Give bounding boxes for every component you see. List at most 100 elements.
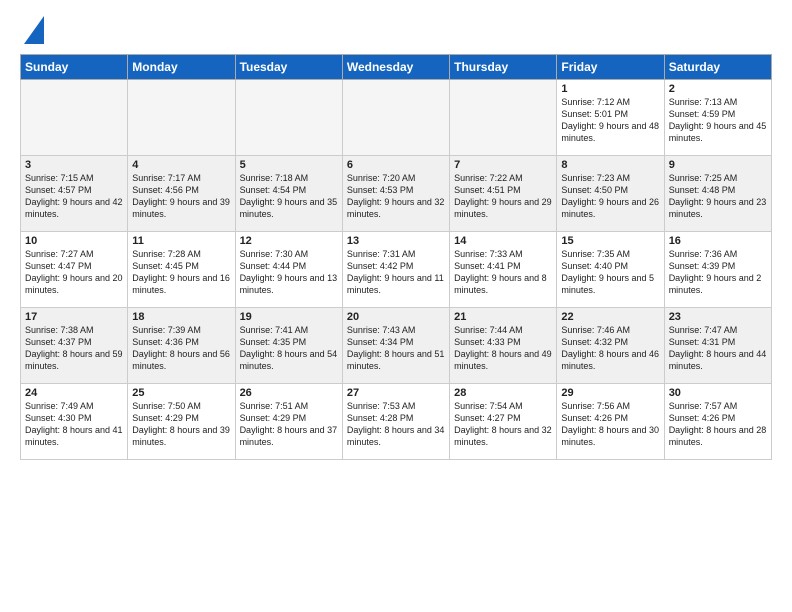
cell-details: Sunrise: 7:41 AM Sunset: 4:35 PM Dayligh… — [240, 324, 338, 373]
calendar-cell — [21, 80, 128, 156]
cell-details: Sunrise: 7:12 AM Sunset: 5:01 PM Dayligh… — [561, 96, 659, 145]
col-header-wednesday: Wednesday — [342, 55, 449, 80]
cell-details: Sunrise: 7:30 AM Sunset: 4:44 PM Dayligh… — [240, 248, 338, 297]
calendar-cell: 14Sunrise: 7:33 AM Sunset: 4:41 PM Dayli… — [450, 232, 557, 308]
day-number: 19 — [240, 311, 338, 323]
cell-details: Sunrise: 7:28 AM Sunset: 4:45 PM Dayligh… — [132, 248, 230, 297]
day-number: 2 — [669, 83, 767, 95]
calendar-cell: 28Sunrise: 7:54 AM Sunset: 4:27 PM Dayli… — [450, 384, 557, 460]
cell-details: Sunrise: 7:56 AM Sunset: 4:26 PM Dayligh… — [561, 400, 659, 449]
calendar-cell: 5Sunrise: 7:18 AM Sunset: 4:54 PM Daylig… — [235, 156, 342, 232]
calendar-cell: 6Sunrise: 7:20 AM Sunset: 4:53 PM Daylig… — [342, 156, 449, 232]
calendar-cell — [235, 80, 342, 156]
cell-details: Sunrise: 7:18 AM Sunset: 4:54 PM Dayligh… — [240, 172, 338, 221]
week-row-4: 17Sunrise: 7:38 AM Sunset: 4:37 PM Dayli… — [21, 308, 772, 384]
calendar-cell: 10Sunrise: 7:27 AM Sunset: 4:47 PM Dayli… — [21, 232, 128, 308]
cell-details: Sunrise: 7:33 AM Sunset: 4:41 PM Dayligh… — [454, 248, 552, 297]
calendar-cell: 16Sunrise: 7:36 AM Sunset: 4:39 PM Dayli… — [664, 232, 771, 308]
day-number: 14 — [454, 235, 552, 247]
calendar-cell: 2Sunrise: 7:13 AM Sunset: 4:59 PM Daylig… — [664, 80, 771, 156]
day-number: 7 — [454, 159, 552, 171]
day-number: 9 — [669, 159, 767, 171]
day-number: 25 — [132, 387, 230, 399]
calendar-cell: 19Sunrise: 7:41 AM Sunset: 4:35 PM Dayli… — [235, 308, 342, 384]
day-number: 17 — [25, 311, 123, 323]
cell-details: Sunrise: 7:35 AM Sunset: 4:40 PM Dayligh… — [561, 248, 659, 297]
calendar-cell: 20Sunrise: 7:43 AM Sunset: 4:34 PM Dayli… — [342, 308, 449, 384]
calendar-cell: 3Sunrise: 7:15 AM Sunset: 4:57 PM Daylig… — [21, 156, 128, 232]
day-number: 3 — [25, 159, 123, 171]
calendar-cell: 23Sunrise: 7:47 AM Sunset: 4:31 PM Dayli… — [664, 308, 771, 384]
cell-details: Sunrise: 7:46 AM Sunset: 4:32 PM Dayligh… — [561, 324, 659, 373]
day-number: 29 — [561, 387, 659, 399]
cell-details: Sunrise: 7:31 AM Sunset: 4:42 PM Dayligh… — [347, 248, 445, 297]
calendar-cell: 17Sunrise: 7:38 AM Sunset: 4:37 PM Dayli… — [21, 308, 128, 384]
day-number: 12 — [240, 235, 338, 247]
day-number: 4 — [132, 159, 230, 171]
day-number: 1 — [561, 83, 659, 95]
week-row-1: 1Sunrise: 7:12 AM Sunset: 5:01 PM Daylig… — [21, 80, 772, 156]
cell-details: Sunrise: 7:22 AM Sunset: 4:51 PM Dayligh… — [454, 172, 552, 221]
calendar-cell: 11Sunrise: 7:28 AM Sunset: 4:45 PM Dayli… — [128, 232, 235, 308]
cell-details: Sunrise: 7:47 AM Sunset: 4:31 PM Dayligh… — [669, 324, 767, 373]
cell-details: Sunrise: 7:49 AM Sunset: 4:30 PM Dayligh… — [25, 400, 123, 449]
cell-details: Sunrise: 7:20 AM Sunset: 4:53 PM Dayligh… — [347, 172, 445, 221]
day-number: 28 — [454, 387, 552, 399]
day-number: 21 — [454, 311, 552, 323]
calendar-cell: 26Sunrise: 7:51 AM Sunset: 4:29 PM Dayli… — [235, 384, 342, 460]
cell-details: Sunrise: 7:51 AM Sunset: 4:29 PM Dayligh… — [240, 400, 338, 449]
calendar-cell — [450, 80, 557, 156]
cell-details: Sunrise: 7:13 AM Sunset: 4:59 PM Dayligh… — [669, 96, 767, 145]
week-row-3: 10Sunrise: 7:27 AM Sunset: 4:47 PM Dayli… — [21, 232, 772, 308]
col-header-sunday: Sunday — [21, 55, 128, 80]
cell-details: Sunrise: 7:43 AM Sunset: 4:34 PM Dayligh… — [347, 324, 445, 373]
cell-details: Sunrise: 7:38 AM Sunset: 4:37 PM Dayligh… — [25, 324, 123, 373]
cell-details: Sunrise: 7:23 AM Sunset: 4:50 PM Dayligh… — [561, 172, 659, 221]
week-row-5: 24Sunrise: 7:49 AM Sunset: 4:30 PM Dayli… — [21, 384, 772, 460]
calendar-cell: 15Sunrise: 7:35 AM Sunset: 4:40 PM Dayli… — [557, 232, 664, 308]
week-row-2: 3Sunrise: 7:15 AM Sunset: 4:57 PM Daylig… — [21, 156, 772, 232]
col-header-friday: Friday — [557, 55, 664, 80]
cell-details: Sunrise: 7:27 AM Sunset: 4:47 PM Dayligh… — [25, 248, 123, 297]
logo-arrow-icon — [24, 16, 44, 44]
cell-details: Sunrise: 7:50 AM Sunset: 4:29 PM Dayligh… — [132, 400, 230, 449]
header — [20, 16, 772, 44]
day-number: 22 — [561, 311, 659, 323]
calendar-cell: 7Sunrise: 7:22 AM Sunset: 4:51 PM Daylig… — [450, 156, 557, 232]
col-header-tuesday: Tuesday — [235, 55, 342, 80]
cell-details: Sunrise: 7:44 AM Sunset: 4:33 PM Dayligh… — [454, 324, 552, 373]
calendar-cell: 12Sunrise: 7:30 AM Sunset: 4:44 PM Dayli… — [235, 232, 342, 308]
calendar-table: SundayMondayTuesdayWednesdayThursdayFrid… — [20, 54, 772, 460]
calendar-cell: 4Sunrise: 7:17 AM Sunset: 4:56 PM Daylig… — [128, 156, 235, 232]
calendar-cell: 1Sunrise: 7:12 AM Sunset: 5:01 PM Daylig… — [557, 80, 664, 156]
cell-details: Sunrise: 7:39 AM Sunset: 4:36 PM Dayligh… — [132, 324, 230, 373]
calendar-cell — [342, 80, 449, 156]
calendar-cell — [128, 80, 235, 156]
col-header-thursday: Thursday — [450, 55, 557, 80]
cell-details: Sunrise: 7:17 AM Sunset: 4:56 PM Dayligh… — [132, 172, 230, 221]
calendar-cell: 9Sunrise: 7:25 AM Sunset: 4:48 PM Daylig… — [664, 156, 771, 232]
day-number: 8 — [561, 159, 659, 171]
col-header-monday: Monday — [128, 55, 235, 80]
calendar-cell: 18Sunrise: 7:39 AM Sunset: 4:36 PM Dayli… — [128, 308, 235, 384]
day-number: 26 — [240, 387, 338, 399]
cell-details: Sunrise: 7:36 AM Sunset: 4:39 PM Dayligh… — [669, 248, 767, 297]
day-number: 20 — [347, 311, 445, 323]
day-number: 23 — [669, 311, 767, 323]
calendar-cell: 27Sunrise: 7:53 AM Sunset: 4:28 PM Dayli… — [342, 384, 449, 460]
cell-details: Sunrise: 7:25 AM Sunset: 4:48 PM Dayligh… — [669, 172, 767, 221]
calendar-cell: 22Sunrise: 7:46 AM Sunset: 4:32 PM Dayli… — [557, 308, 664, 384]
calendar-cell: 24Sunrise: 7:49 AM Sunset: 4:30 PM Dayli… — [21, 384, 128, 460]
day-number: 15 — [561, 235, 659, 247]
logo — [20, 16, 44, 44]
cell-details: Sunrise: 7:57 AM Sunset: 4:26 PM Dayligh… — [669, 400, 767, 449]
calendar-cell: 25Sunrise: 7:50 AM Sunset: 4:29 PM Dayli… — [128, 384, 235, 460]
day-number: 18 — [132, 311, 230, 323]
day-number: 24 — [25, 387, 123, 399]
page: SundayMondayTuesdayWednesdayThursdayFrid… — [0, 0, 792, 612]
cell-details: Sunrise: 7:15 AM Sunset: 4:57 PM Dayligh… — [25, 172, 123, 221]
calendar-cell: 13Sunrise: 7:31 AM Sunset: 4:42 PM Dayli… — [342, 232, 449, 308]
day-number: 27 — [347, 387, 445, 399]
calendar-header-row: SundayMondayTuesdayWednesdayThursdayFrid… — [21, 55, 772, 80]
cell-details: Sunrise: 7:53 AM Sunset: 4:28 PM Dayligh… — [347, 400, 445, 449]
